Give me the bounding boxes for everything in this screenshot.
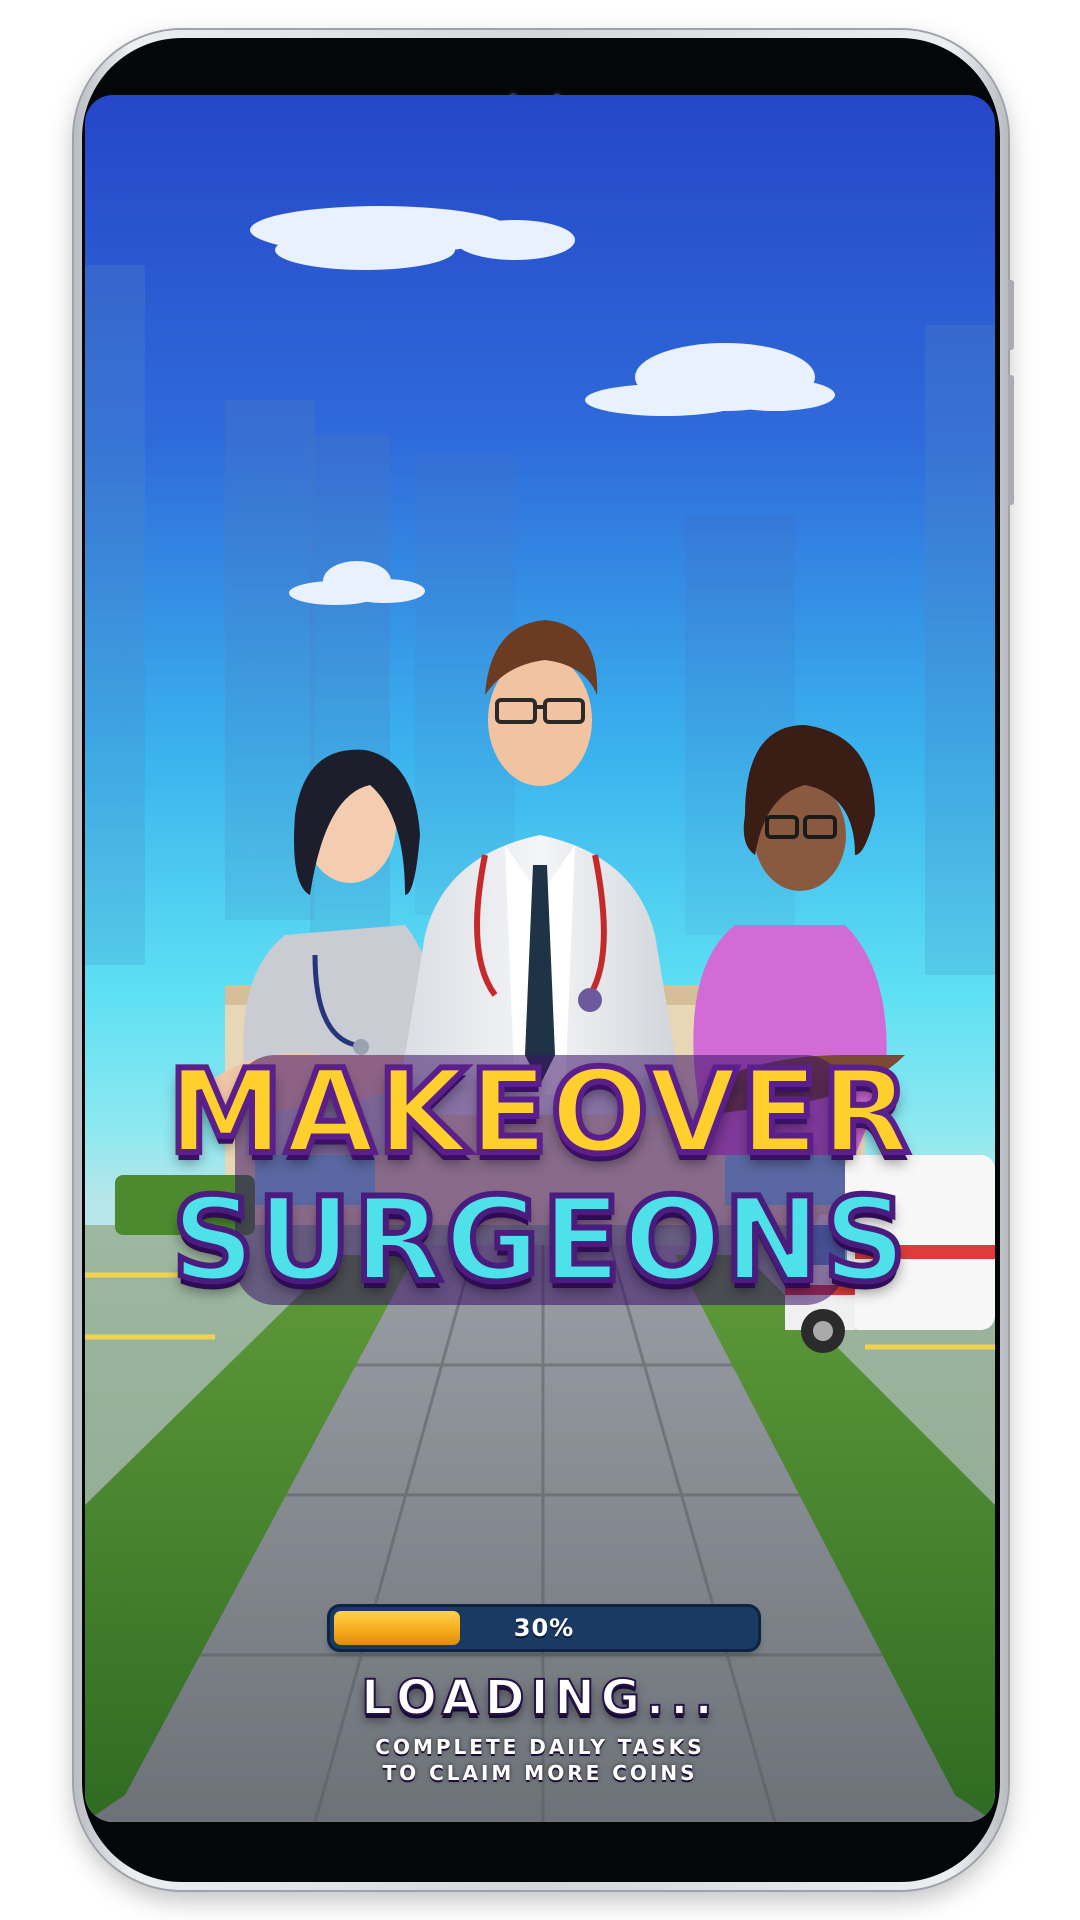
loading-tip-line-1: COMPLETE DAILY TASKS xyxy=(375,1735,705,1759)
loading-progress-label: 30% xyxy=(513,1614,575,1642)
loading-tip-line-2: TO CLAIM MORE COINS xyxy=(382,1761,698,1785)
game-title-line-2: SURGEONS xyxy=(169,1170,910,1311)
volume-button xyxy=(1008,280,1014,350)
loading-progress-bar: 30% xyxy=(330,1607,758,1649)
game-screen[interactable]: MAKEOVER SURGEONS 30% LOADING... COMPLET… xyxy=(85,95,995,1822)
loading-status-text: LOADING... xyxy=(360,1669,719,1727)
power-button xyxy=(1008,375,1014,505)
game-title-line-1: MAKEOVER xyxy=(165,1042,913,1183)
loading-scene-artwork xyxy=(85,206,995,1822)
